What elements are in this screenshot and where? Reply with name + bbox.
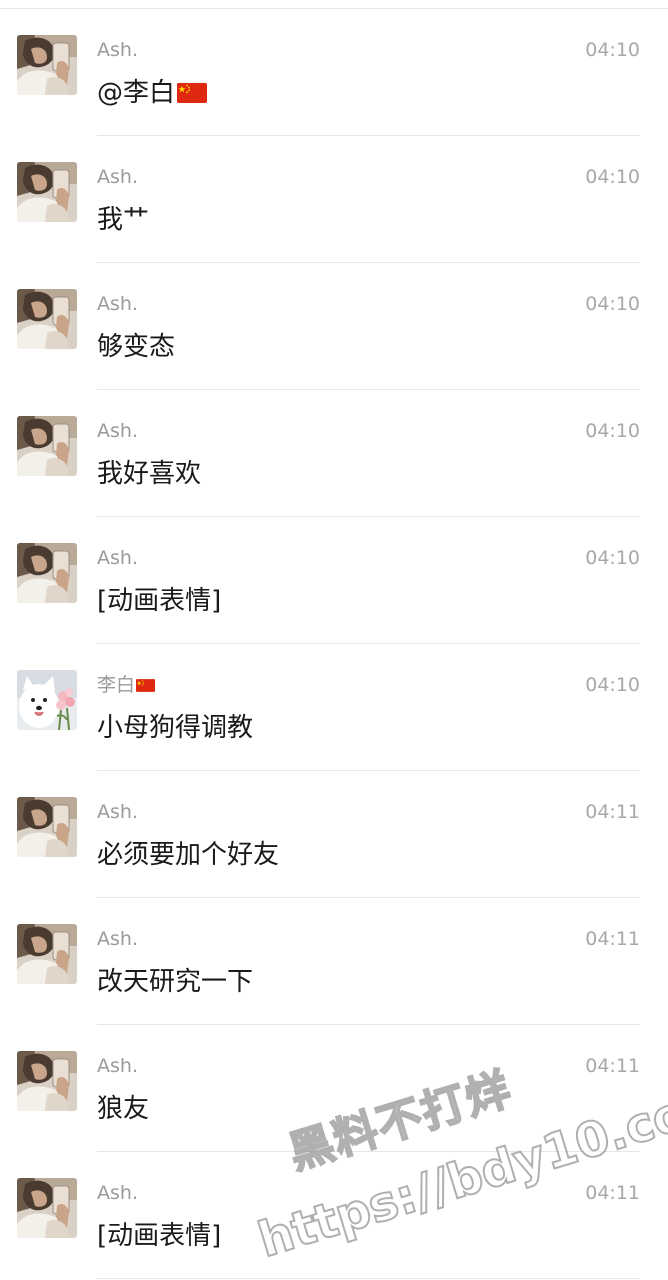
message-text-content: 必须要加个好友 — [97, 840, 280, 870]
sender-name: Ash. — [97, 293, 138, 315]
sender-name: 李白 — [97, 674, 156, 696]
message-time: 04:11 — [585, 1182, 640, 1204]
message-text-content: 改天研究一下 — [97, 967, 254, 997]
chat-message-row[interactable]: Ash. 04:10 @李白 — [0, 9, 668, 136]
sender-name: Ash. — [97, 801, 138, 823]
sender-name-text: Ash. — [97, 420, 138, 442]
user-avatar[interactable] — [17, 924, 77, 984]
chat-message-row[interactable]: 李白 04:10 小母狗得调教 — [0, 644, 668, 771]
user-avatar[interactable] — [17, 797, 77, 857]
message-time: 04:10 — [585, 293, 640, 315]
message-text: 狼友 — [97, 1093, 149, 1125]
message-text: [动画表情] — [97, 1220, 221, 1252]
sender-name: Ash. — [97, 166, 138, 188]
message-text: 我好喜欢 — [97, 458, 201, 490]
sender-name-text: Ash. — [97, 39, 138, 61]
message-text-content: [动画表情] — [97, 1221, 222, 1251]
message-time: 04:10 — [585, 166, 640, 188]
chat-message-row[interactable]: Ash. 04:10 够变态 — [0, 263, 668, 390]
sender-name: Ash. — [97, 1182, 138, 1204]
user-avatar[interactable] — [17, 35, 77, 95]
message-text: 够变态 — [97, 331, 175, 363]
chat-message-list: Ash. 04:10 @李白 Ash. 04:10 我艹 Ash. 04:10 够变态 Ash. 0… — [0, 8, 668, 1279]
message-text: 小母狗得调教 — [97, 712, 253, 744]
message-time: 04:11 — [585, 928, 640, 950]
message-text: 改天研究一下 — [97, 966, 253, 998]
chat-message-row[interactable]: Ash. 04:11 改天研究一下 — [0, 898, 668, 1025]
sender-name: Ash. — [97, 547, 138, 569]
user-avatar[interactable] — [17, 162, 77, 222]
chat-message-row[interactable]: Ash. 04:10 我好喜欢 — [0, 390, 668, 517]
message-time: 04:10 — [585, 674, 640, 696]
message-text-content: [动画表情] — [97, 586, 222, 616]
message-text-content: @李白 — [97, 78, 176, 108]
chat-message-row[interactable]: Ash. 04:10 我艹 — [0, 136, 668, 263]
user-avatar[interactable] — [17, 1051, 77, 1111]
sender-name: Ash. — [97, 39, 138, 61]
dog-avatar[interactable] — [17, 670, 77, 730]
message-text: [动画表情] — [97, 585, 221, 617]
sender-name-text: Ash. — [97, 801, 138, 823]
chat-message-row[interactable]: Ash. 04:11 狼友 — [0, 1025, 668, 1152]
china-flag-icon — [136, 679, 156, 692]
message-time: 04:11 — [585, 801, 640, 823]
chat-message-row[interactable]: Ash. 04:10 [动画表情] — [0, 517, 668, 644]
sender-name: Ash. — [97, 420, 138, 442]
sender-name-text: Ash. — [97, 1182, 138, 1204]
sender-name-text: Ash. — [97, 293, 138, 315]
sender-name-text: Ash. — [97, 928, 138, 950]
message-time: 04:10 — [585, 547, 640, 569]
chat-message-row[interactable]: Ash. 04:11 [动画表情] — [0, 1152, 668, 1279]
chat-message-row[interactable]: Ash. 04:11 必须要加个好友 — [0, 771, 668, 898]
user-avatar[interactable] — [17, 543, 77, 603]
message-text: 必须要加个好友 — [97, 839, 279, 871]
message-text-content: 我好喜欢 — [97, 459, 202, 489]
user-avatar[interactable] — [17, 1178, 77, 1238]
message-time: 04:11 — [585, 1055, 640, 1077]
message-time: 04:10 — [585, 420, 640, 442]
message-text-content: 狼友 — [97, 1094, 150, 1124]
message-text: @李白 — [97, 77, 208, 109]
sender-name-text: Ash. — [97, 1055, 138, 1077]
user-avatar[interactable] — [17, 416, 77, 476]
message-text: 我艹 — [97, 204, 149, 236]
sender-name-text: Ash. — [97, 547, 138, 569]
message-time: 04:10 — [585, 39, 640, 61]
message-text-content: 我艹 — [97, 205, 150, 235]
message-text-content: 够变态 — [97, 332, 176, 362]
user-avatar[interactable] — [17, 289, 77, 349]
sender-name: Ash. — [97, 928, 138, 950]
china-flag-icon — [177, 83, 208, 103]
sender-name: Ash. — [97, 1055, 138, 1077]
sender-name-text: 李白 — [97, 674, 136, 696]
sender-name-text: Ash. — [97, 166, 138, 188]
message-text-content: 小母狗得调教 — [97, 713, 254, 743]
